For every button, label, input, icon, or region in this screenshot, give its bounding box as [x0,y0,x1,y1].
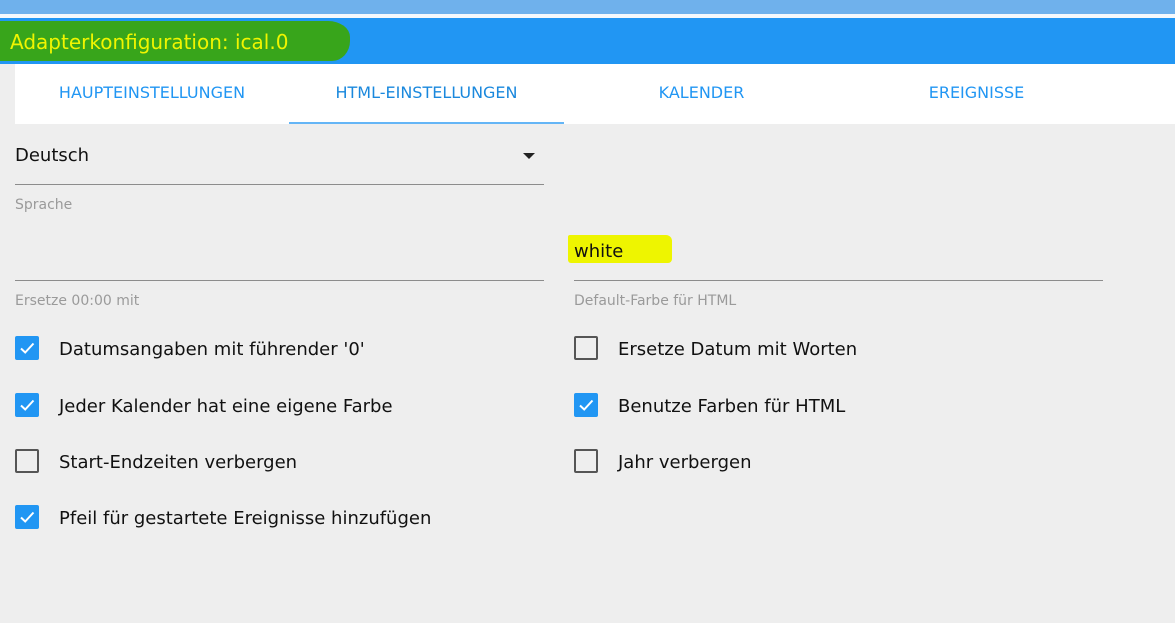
tab-kalender[interactable]: KALENDER [564,64,839,124]
checkbox-arrow-started-label: Pfeil für gestartete Ereignisse hinzufüg… [59,508,432,529]
checkbox-date-words[interactable] [574,336,598,360]
replace-midnight-helper: Ersetze 00:00 mit [15,293,140,309]
checkbox-leading-zero[interactable] [15,336,39,360]
active-tab-indicator [289,122,564,124]
tab-bar: HAUPTEINSTELLUNGEN HTML-EINSTELLUNGEN KA… [15,64,1175,124]
checkmark-icon [20,342,35,354]
checkmark-icon [579,399,594,411]
default-color-underline [574,280,1103,281]
replace-midnight-underline [15,280,544,281]
checkbox-arrow-started[interactable] [15,505,39,529]
caret-down-icon[interactable] [523,153,535,159]
checkmark-icon [20,399,35,411]
checkbox-hide-times[interactable] [15,449,39,473]
default-color-helper: Default-Farbe für HTML [574,293,737,309]
checkbox-hide-year-label: Jahr verbergen [618,452,752,473]
checkbox-calendar-color[interactable] [15,393,39,417]
tab-haupteinstellungen[interactable]: HAUPTEINSTELLUNGEN [15,64,289,124]
language-select-underline [15,184,544,185]
checkbox-date-words-label: Ersetze Datum mit Worten [618,339,858,360]
checkbox-html-colors[interactable] [574,393,598,417]
tab-html-einstellungen[interactable]: HTML-EINSTELLUNGEN [289,64,564,124]
tab-ereignisse[interactable]: EREIGNISSE [839,64,1114,124]
window-top-strip [0,0,1175,14]
checkbox-hide-times-label: Start-Endzeiten verbergen [59,452,298,473]
checkmark-icon [20,511,35,523]
checkbox-leading-zero-label: Datumsangaben mit führender '0' [59,339,365,360]
language-helper: Sprache [15,197,73,213]
checkbox-hide-year[interactable] [574,449,598,473]
dialog-title: Adapterkonfiguration: ical.0 [10,30,289,54]
language-select[interactable]: Deutsch [15,145,89,166]
checkbox-calendar-color-label: Jeder Kalender hat eine eigene Farbe [59,396,393,417]
checkbox-html-colors-label: Benutze Farben für HTML [618,396,846,417]
default-color-input[interactable]: white [574,241,623,262]
